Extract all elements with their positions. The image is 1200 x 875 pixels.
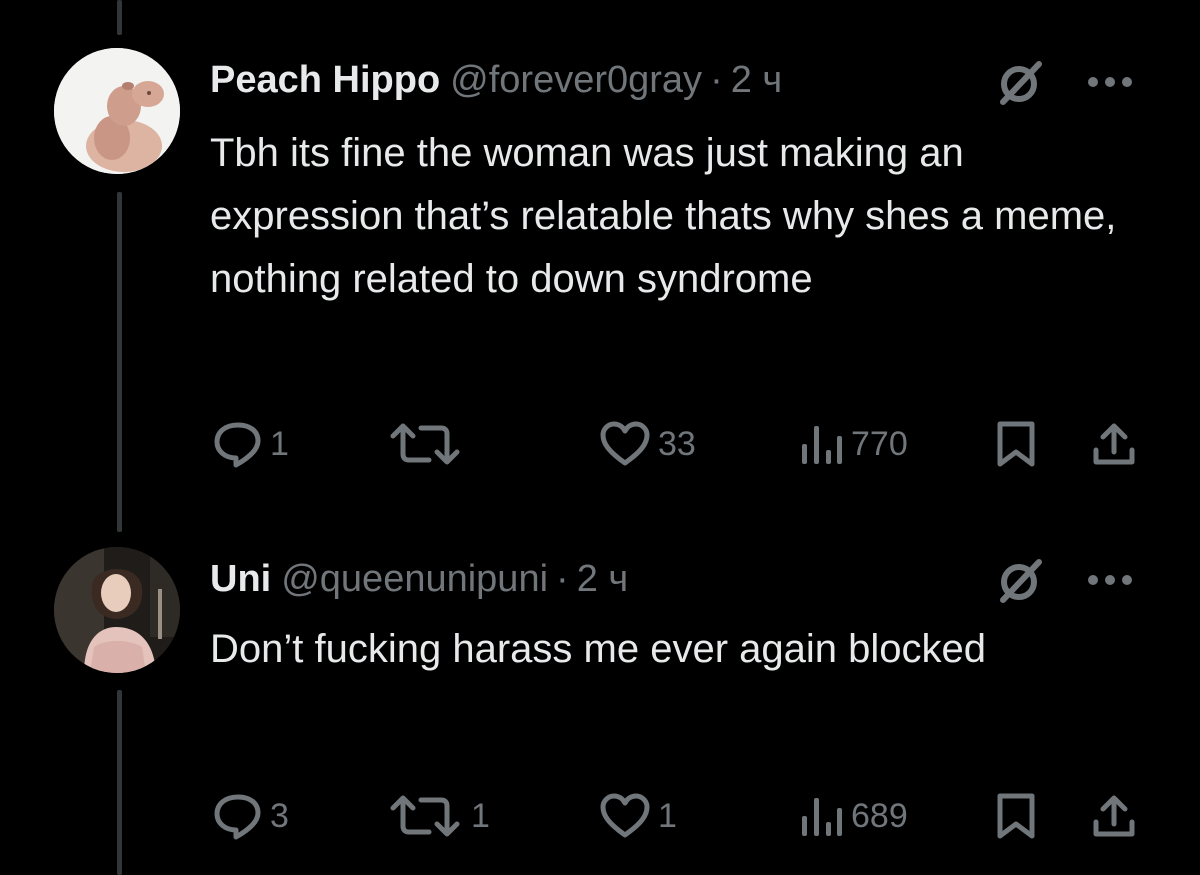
separator-dot: ·	[556, 557, 569, 600]
views-chart-icon	[802, 426, 842, 464]
thread-line-middle	[117, 192, 122, 532]
like-count: 1	[658, 796, 677, 835]
bookmark-button[interactable]	[994, 792, 1038, 840]
share-icon	[1093, 423, 1135, 465]
user-handle[interactable]: @forever0gray	[450, 59, 702, 102]
reply-count: 3	[270, 796, 289, 835]
retweet-icon	[390, 795, 460, 837]
display-name[interactable]: Peach Hippo	[210, 59, 440, 102]
reply-icon	[214, 422, 261, 468]
grok-icon[interactable]	[995, 556, 1045, 606]
thread-line-top	[117, 0, 122, 35]
tweet-header: Peach Hippo @forever0gray · 2 ч	[210, 55, 782, 105]
share-button[interactable]	[1090, 792, 1138, 840]
peach-hippo-avatar-image	[54, 48, 180, 174]
reply-button[interactable]: 3	[212, 792, 289, 840]
grok-icon[interactable]	[995, 58, 1045, 108]
bookmark-icon	[997, 793, 1035, 839]
like-button[interactable]: 1	[598, 792, 677, 840]
more-icon[interactable]	[1085, 570, 1135, 590]
tweet-text: Tbh its fine the woman was just making a…	[210, 131, 1117, 301]
user-handle[interactable]: @queenunipuni	[281, 558, 548, 601]
views-button[interactable]: 770	[797, 420, 908, 468]
retweet-button[interactable]: 1	[385, 792, 490, 840]
uni-avatar-image	[54, 547, 180, 673]
avatar[interactable]	[54, 48, 180, 174]
reply-icon	[214, 794, 261, 840]
share-button[interactable]	[1090, 420, 1138, 468]
view-count: 770	[851, 424, 908, 463]
heart-icon	[600, 421, 650, 466]
separator-dot: ·	[710, 58, 723, 101]
views-chart-icon	[802, 798, 842, 836]
heart-icon	[600, 793, 650, 838]
thread-line-bottom	[117, 690, 122, 875]
more-icon[interactable]	[1085, 72, 1135, 92]
share-icon	[1093, 795, 1135, 837]
retweet-count: 1	[471, 796, 490, 835]
timestamp[interactable]: 2 ч	[731, 59, 783, 102]
views-button[interactable]: 689	[797, 792, 908, 840]
retweet-icon	[390, 423, 460, 465]
display-name[interactable]: Uni	[210, 558, 271, 601]
avatar[interactable]	[54, 547, 180, 673]
view-count: 689	[851, 796, 908, 835]
tweet-text: Don’t fucking harass me ever again block…	[210, 627, 986, 671]
timestamp[interactable]: 2 ч	[577, 558, 629, 601]
bookmark-button[interactable]	[994, 420, 1038, 468]
like-count: 33	[658, 424, 696, 463]
tweet-header: Uni @queenunipuni · 2 ч	[210, 554, 628, 604]
like-button[interactable]: 33	[598, 420, 696, 468]
retweet-button[interactable]	[385, 420, 471, 468]
reply-count: 1	[270, 424, 289, 463]
reply-button[interactable]: 1	[212, 420, 289, 468]
bookmark-icon	[997, 421, 1035, 467]
